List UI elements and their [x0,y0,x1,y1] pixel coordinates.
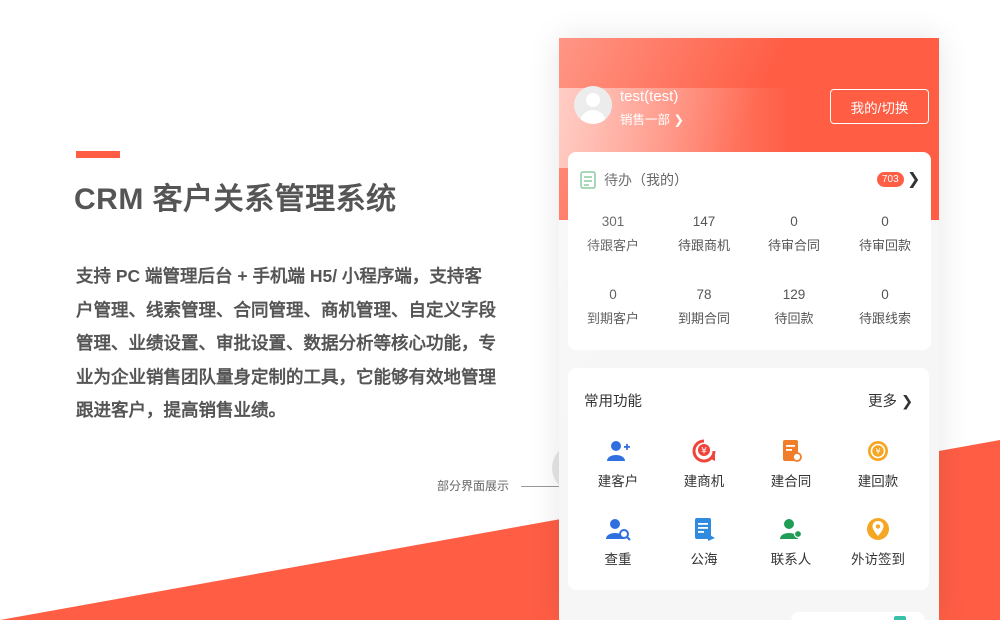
function-label: 联系人 [770,552,812,567]
stat-label: 到期合同 [677,311,730,326]
stat-label: 待回款 [774,311,814,326]
function-label: 建回款 [857,474,899,489]
stat-item[interactable]: 0 待审回款 [840,214,930,254]
stat-item[interactable]: 0 待审合同 [749,214,839,254]
todo-count-badge: 703 [877,172,904,187]
contacts-icon [780,519,803,539]
function-label: 查重 [604,552,632,567]
stat-label: 待审合同 [767,238,820,253]
stat-value: 0 [790,214,798,229]
stat-item[interactable]: 0 待跟线索 [840,287,930,327]
functions-title: 常用功能 [584,394,642,410]
add-payment-icon: ¥ [868,441,888,461]
public-pool-icon [695,518,715,541]
stat-label: 待跟商机 [677,238,730,253]
todo-title: 待办（我的） [604,172,688,188]
function-label: 建商机 [683,474,725,489]
stat-label: 到期客户 [586,311,639,326]
function-check-in[interactable]: 外访签到 [838,516,918,568]
functions-card: 常用功能 更多 ❯ 建客户 ¥ 建商机 建合同 ¥ 建回款 查重 公海 联系人 … [568,368,929,590]
stat-item[interactable]: 301 待跟客户 [568,214,658,254]
screenshot-caption: 部分界面展示 [437,479,510,493]
stat-item[interactable]: 78 到期合同 [659,287,749,327]
todo-card: 待办（我的） 703 ❯ 301 待跟客户 147 待跟商机 0 待审合同 0 … [568,152,931,350]
more-link[interactable]: 更多 ❯ [868,390,913,411]
svg-text:¥: ¥ [701,447,707,457]
function-add-opportunity[interactable]: ¥ 建商机 [664,438,744,490]
accent-bar [76,151,120,158]
function-label: 建合同 [770,474,812,489]
page-title: CRM 客户关系管理系统 [74,183,397,216]
add-opportunity-icon: ¥ [692,439,716,463]
svg-text:¥: ¥ [875,447,880,456]
next-card-icon [894,616,906,620]
stat-item[interactable]: 147 待跟商机 [659,214,749,254]
stat-value: 129 [782,287,806,302]
add-customer-icon [607,441,630,461]
stat-value: 301 [601,214,625,229]
function-add-contract[interactable]: 建合同 [751,438,831,490]
stat-label: 待跟线索 [858,311,911,326]
add-contract-icon [783,440,802,462]
switch-button[interactable]: 我的/切换 [830,89,929,124]
avatar[interactable] [574,86,612,124]
function-label: 公海 [690,552,718,567]
function-label: 建客户 [597,474,639,489]
function-label: 外访签到 [851,552,905,567]
user-name: test(test) [620,88,679,105]
stat-value: 0 [609,287,617,302]
todo-list-icon [580,171,596,189]
function-public-pool[interactable]: 公海 [664,516,744,568]
stat-item[interactable]: 0 到期客户 [568,287,658,327]
stat-label: 待审回款 [858,238,911,253]
stat-value: 78 [696,287,712,302]
user-department[interactable]: 销售一部 ❯ [620,109,684,128]
check-in-icon [867,518,889,540]
phone-screen: test(test) 销售一部 ❯ 我的/切换 待办（我的） 703 ❯ 301… [559,38,939,620]
function-contacts[interactable]: 联系人 [751,516,831,568]
todo-header[interactable]: 待办（我的） [580,170,688,190]
stat-label: 待跟客户 [586,238,639,253]
description: 支持 PC 端管理后台 + 手机端 H5/ 小程序端，支持客户管理、线索管理、合… [76,266,496,420]
function-duplicate-check[interactable]: 查重 [578,516,658,568]
duplicate-check-icon [606,519,631,541]
function-add-customer[interactable]: 建客户 [578,438,658,490]
stat-value: 147 [692,214,716,229]
stat-value: 0 [881,214,889,229]
function-add-payment[interactable]: ¥ 建回款 [838,438,918,490]
stat-item[interactable]: 129 待回款 [749,287,839,327]
stat-value: 0 [881,287,889,302]
chevron-right-icon[interactable]: ❯ [907,169,920,189]
